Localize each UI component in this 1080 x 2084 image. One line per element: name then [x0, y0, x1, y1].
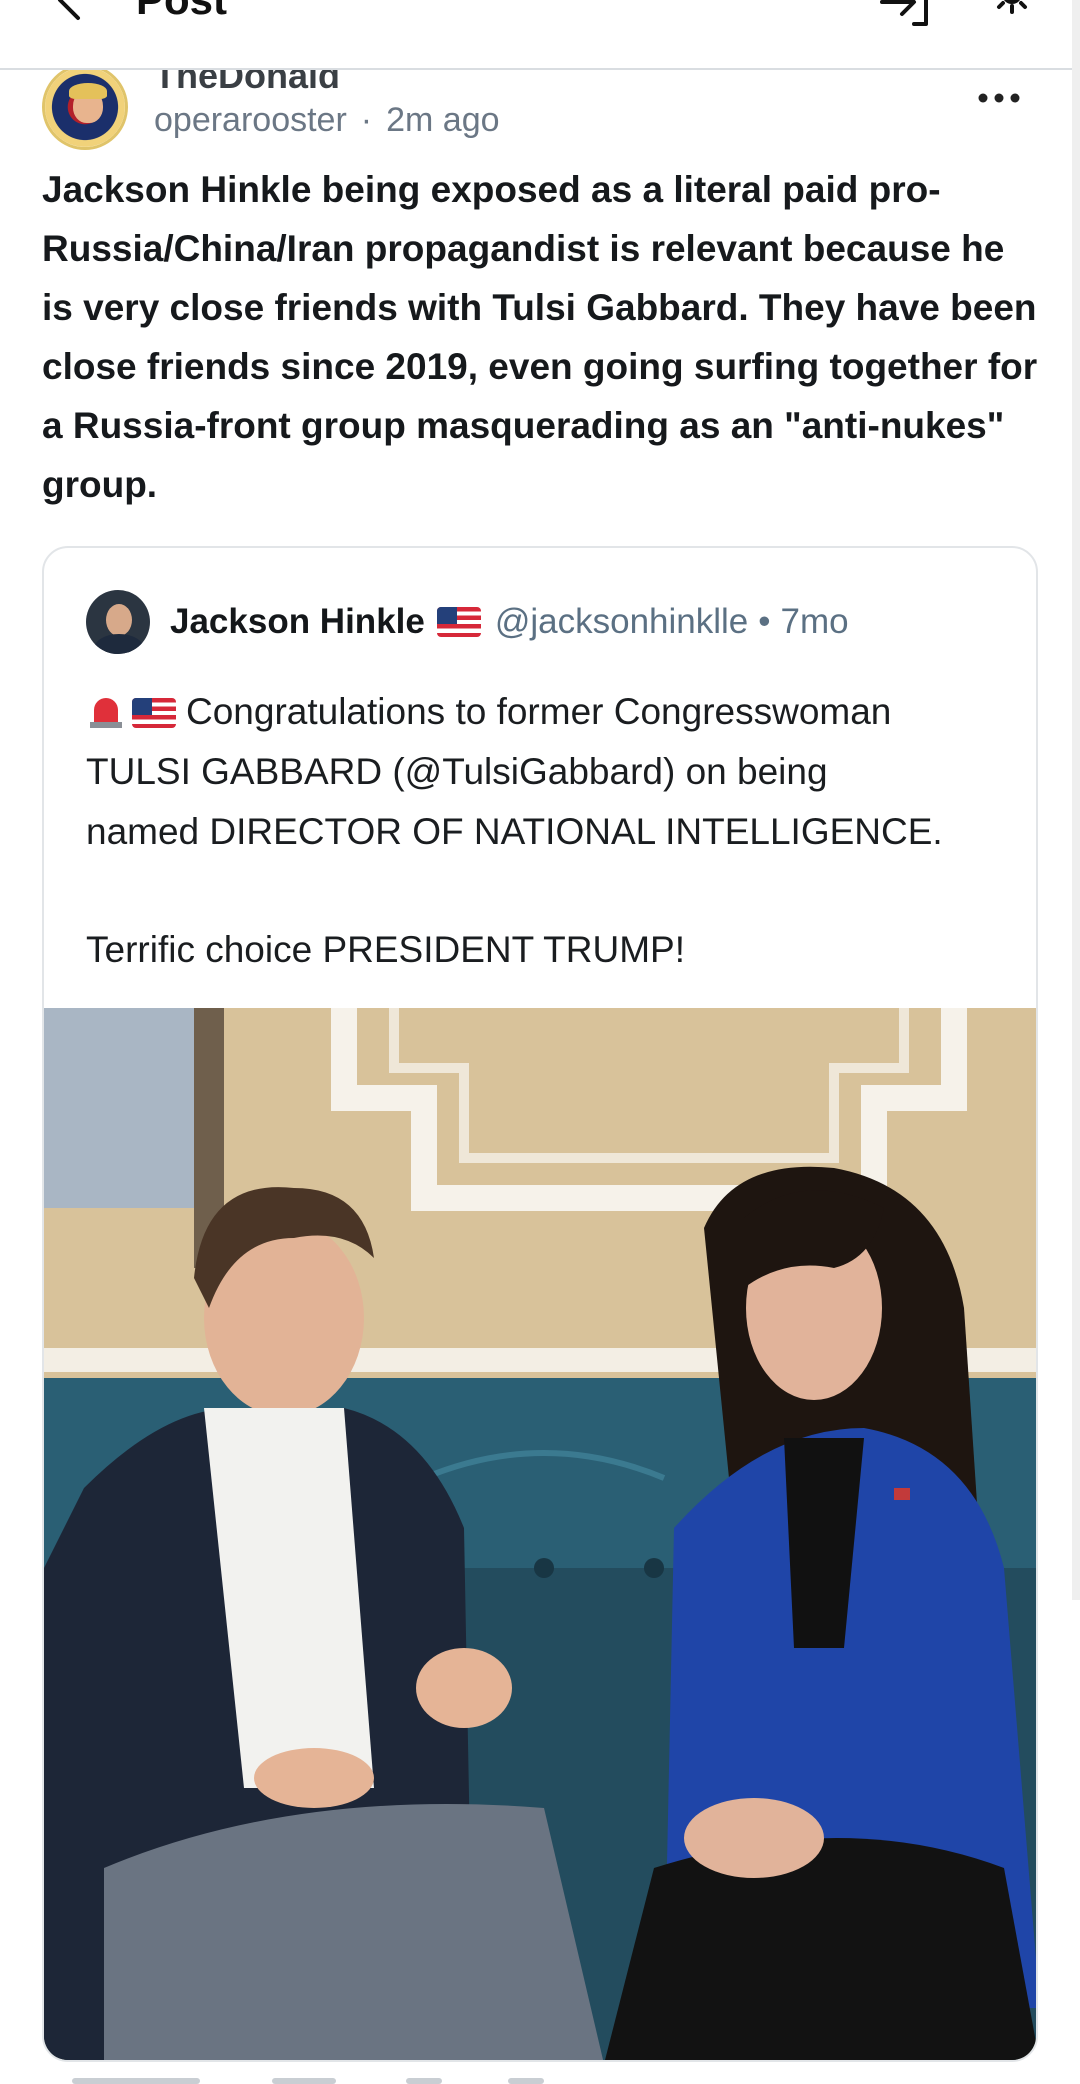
quoted-post-header: Jackson Hinkle @jacksonhinklle • 7mo [170, 594, 849, 650]
siren-icon [86, 690, 126, 730]
post-meta: operarooster · 2m ago [154, 98, 500, 142]
action-bar-hint [508, 2078, 544, 2084]
settings-button[interactable] [984, 0, 1040, 28]
quoted-avatar-body [94, 634, 144, 654]
quoted-text-line-1: Congratulations to former Congresswoman [186, 691, 892, 732]
quoted-post-card[interactable]: Jackson Hinkle @jacksonhinklle • 7mo Congra… [42, 546, 1038, 2062]
share-exit-icon [880, 0, 928, 26]
more-options-button[interactable] [976, 84, 1022, 112]
quoted-author-name[interactable]: Jackson Hinkle [170, 602, 425, 641]
quoted-post-time: 7mo [780, 602, 849, 641]
post-time: 2m ago [386, 101, 500, 139]
quoted-text-line: Congratulations to former Congresswoman [86, 682, 1006, 742]
quoted-author-avatar[interactable] [86, 590, 150, 654]
action-bar-hint [406, 2078, 442, 2084]
avatar-hair [69, 83, 107, 99]
quoted-post-photo[interactable] [44, 1008, 1036, 2060]
photo-illustration [44, 1008, 1036, 2060]
action-bar-hint [272, 2078, 336, 2084]
more-dots-icon [978, 93, 1020, 103]
back-button[interactable] [48, 0, 92, 22]
community-avatar[interactable] [42, 64, 128, 150]
top-app-bar: Post [0, 0, 1072, 70]
author-name[interactable]: operarooster [154, 101, 347, 139]
post-body: Jackson Hinkle being exposed as a litera… [42, 169, 1038, 505]
quoted-text-line-3: named DIRECTOR OF NATIONAL INTELLIGENCE. [86, 811, 943, 852]
action-bar-hint [72, 2078, 200, 2084]
quoted-text-closing: Terrific choice PRESIDENT TRUMP! [86, 929, 685, 970]
quoted-text-line-2: TULSI GABBARD (@TulsiGabbard) on being [86, 751, 828, 792]
share-button[interactable] [878, 0, 934, 28]
quoted-post-text: Congratulations to former Congresswoman … [86, 682, 1006, 980]
quoted-avatar-face [106, 604, 132, 636]
us-flag-icon [132, 698, 176, 728]
us-flag-icon [436, 607, 481, 637]
gear-icon [997, 0, 1027, 14]
quoted-separator: • [758, 602, 771, 641]
scrollbar[interactable] [1072, 0, 1080, 1600]
back-arrow-icon [58, 0, 80, 20]
quoted-author-handle[interactable]: @jacksonhinklle [495, 602, 748, 641]
meta-separator: · [360, 101, 373, 139]
page-title: Post [136, 0, 227, 26]
